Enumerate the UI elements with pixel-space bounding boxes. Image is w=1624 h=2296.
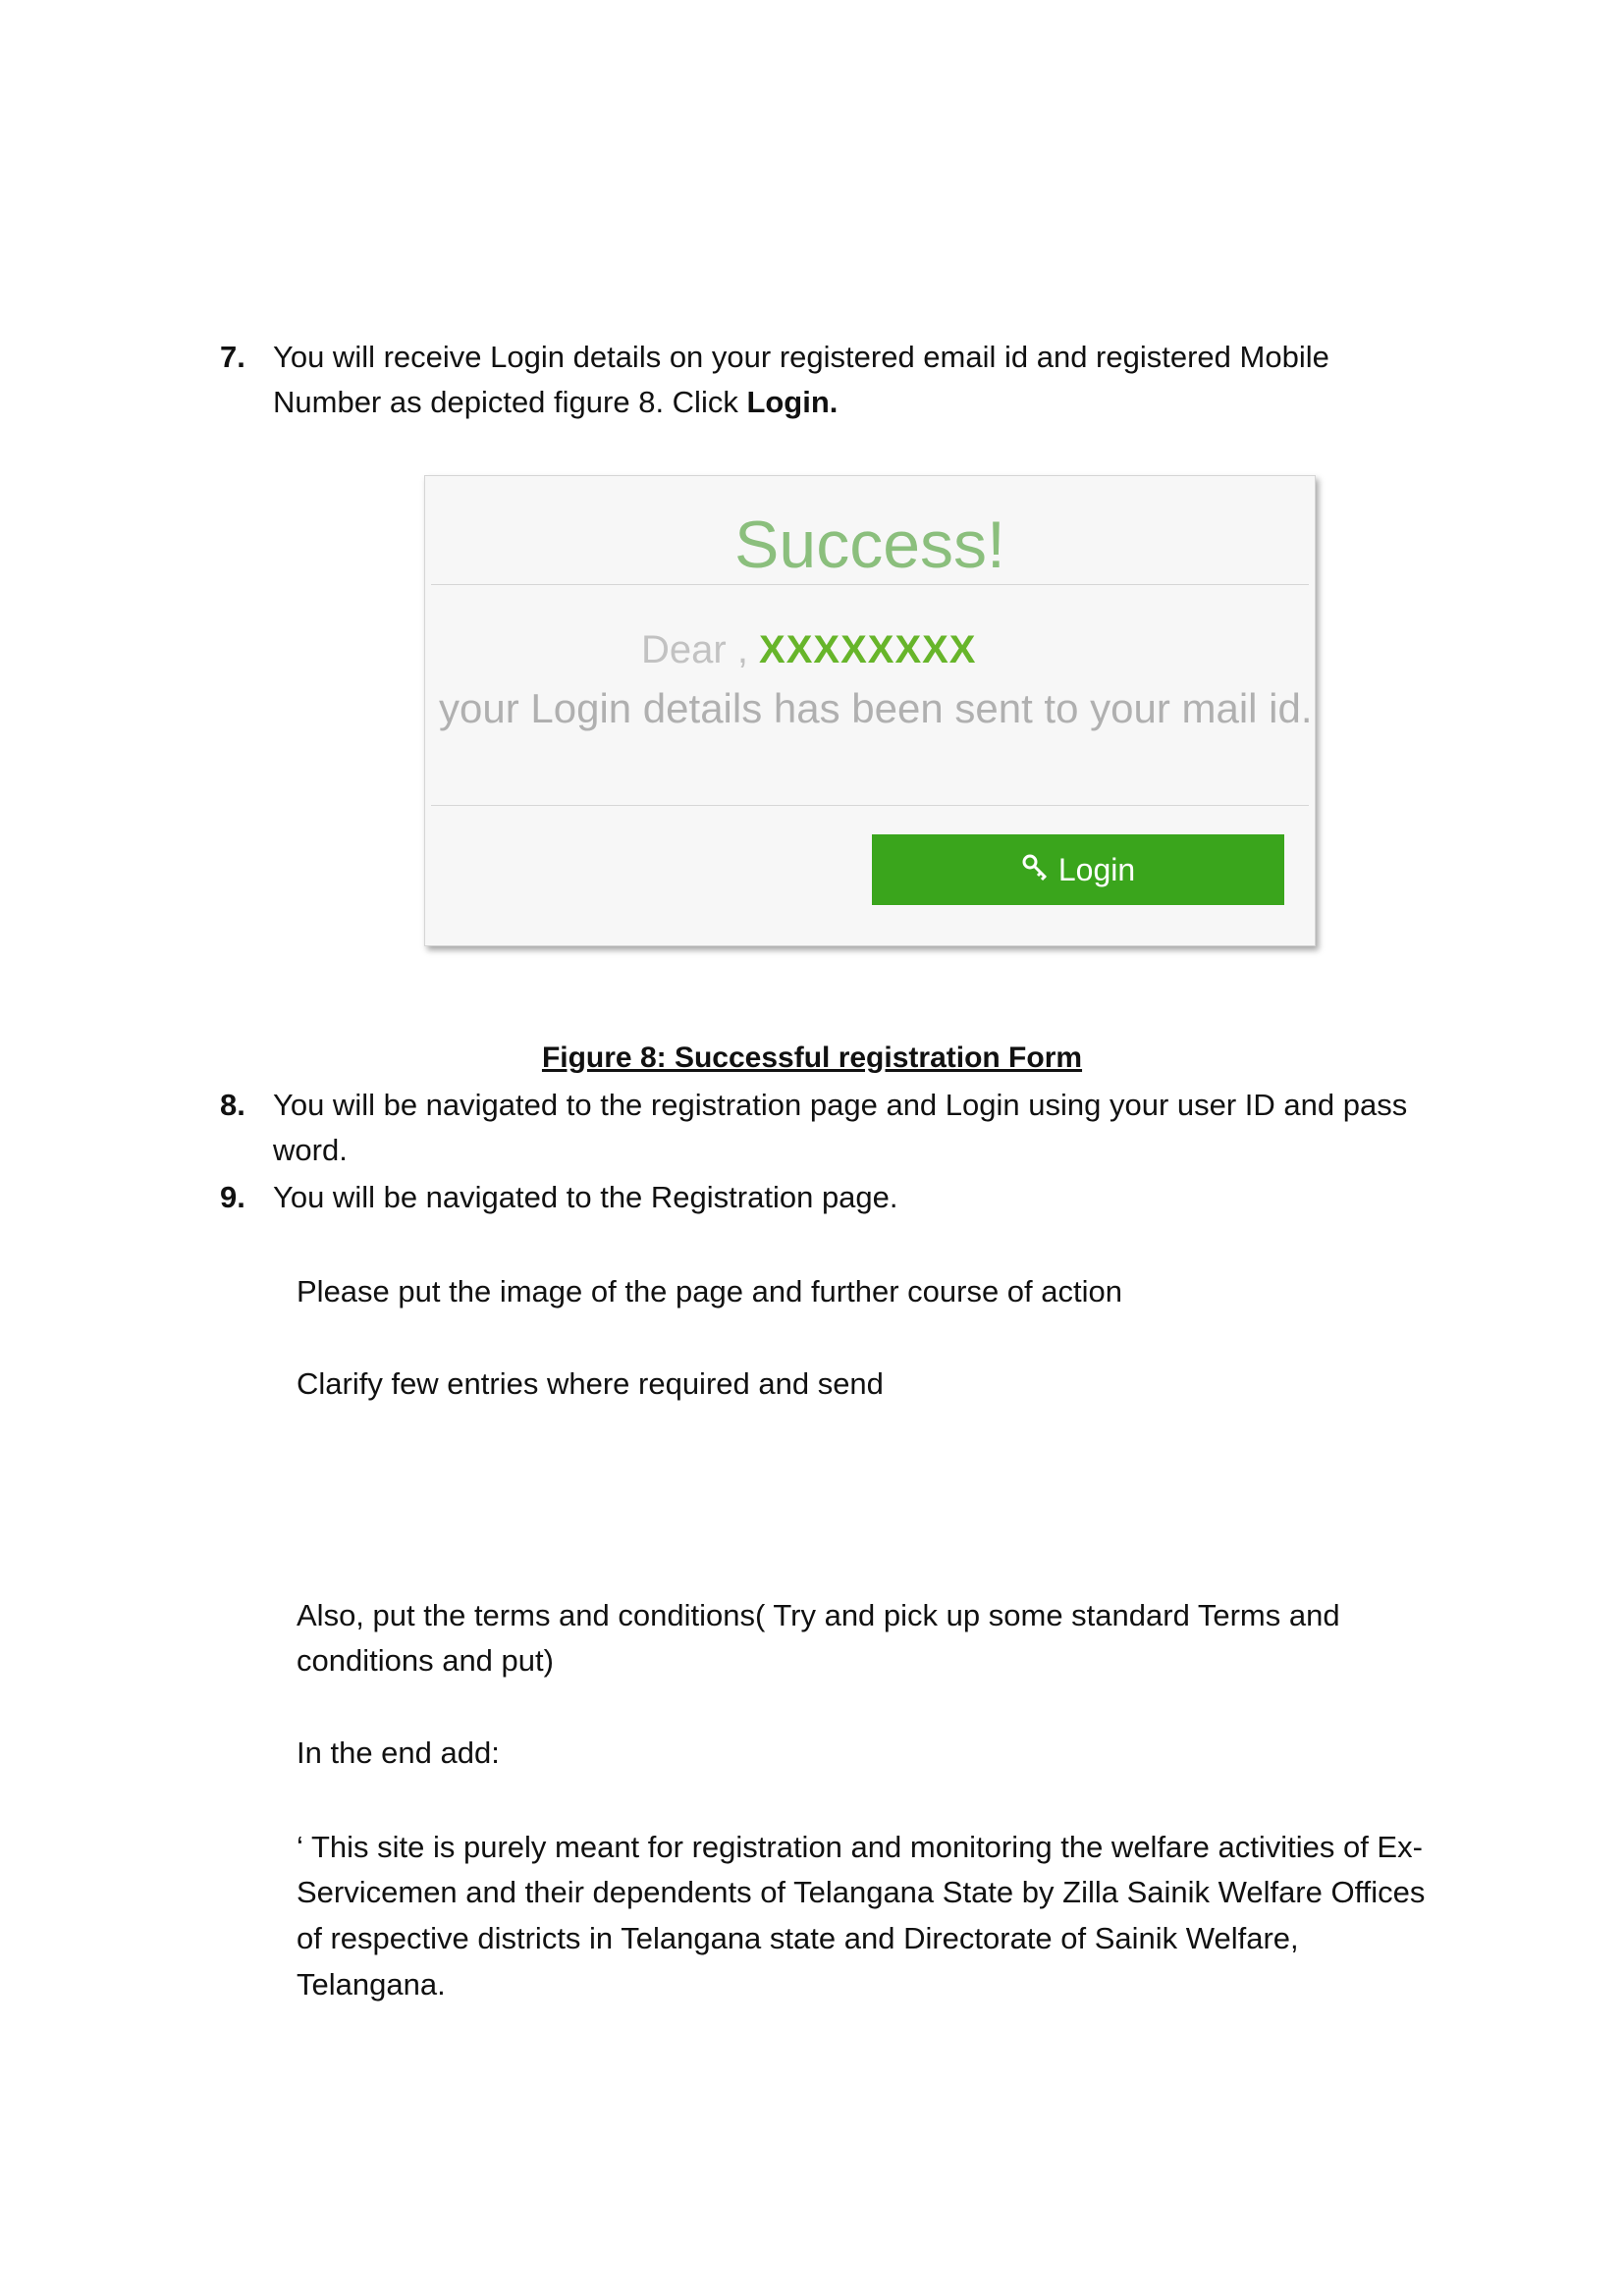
terms-line-2: conditions and put): [297, 1643, 554, 1678]
greeting-name: XXXXXXXX: [759, 628, 977, 671]
figure-caption: Figure 8: Successful registration Form: [541, 1041, 1083, 1074]
disclaimer-line-2: Servicemen and their dependents of Telan…: [297, 1875, 1426, 1909]
greeting-dear: Dear ,: [641, 628, 760, 671]
step-9-number: 9.: [220, 1180, 245, 1214]
login-button[interactable]: Login: [872, 834, 1284, 905]
step-7-login-bold: Login.: [746, 385, 839, 419]
end-label: In the end add:: [297, 1735, 500, 1770]
disclaimer-line-3: of respective districts in Telangana sta…: [297, 1921, 1299, 1955]
step-7-line-1: You will receive Login details on your r…: [273, 340, 1329, 374]
clarify-note: Clarify few entries where required and s…: [297, 1366, 884, 1401]
disclaimer-line-1: ‘ This site is purely meant for registra…: [297, 1830, 1423, 1864]
success-title: Success!: [734, 507, 1005, 582]
login-details-message: your Login details has been sent to your…: [439, 685, 1313, 731]
disclaimer-line-4: Telangana.: [297, 1967, 446, 2002]
step-7-line-2: Number as depicted figure 8. Click Login…: [273, 383, 838, 422]
key-icon: [1021, 834, 1049, 905]
success-screenshot: Success! Dear , XXXXXXXX your Login deta…: [424, 475, 1316, 946]
success-divider-bottom: [431, 805, 1309, 806]
success-divider-top: [431, 584, 1309, 585]
step-8-number: 8.: [220, 1088, 245, 1122]
step-7-number: 7.: [220, 340, 245, 374]
login-button-label: Login: [1057, 852, 1136, 887]
step-7-line-2-text: Number as depicted figure 8. Click: [273, 385, 747, 419]
greeting: Dear , XXXXXXXX: [641, 625, 976, 674]
image-note: Please put the image of the page and fur…: [297, 1274, 1122, 1308]
step-8-line-1: You will be navigated to the registratio…: [273, 1088, 1408, 1122]
step-9-line-1: You will be navigated to the Registratio…: [273, 1180, 898, 1214]
step-8-line-2: word.: [273, 1133, 348, 1167]
terms-line-1: Also, put the terms and conditions( Try …: [297, 1598, 1340, 1632]
